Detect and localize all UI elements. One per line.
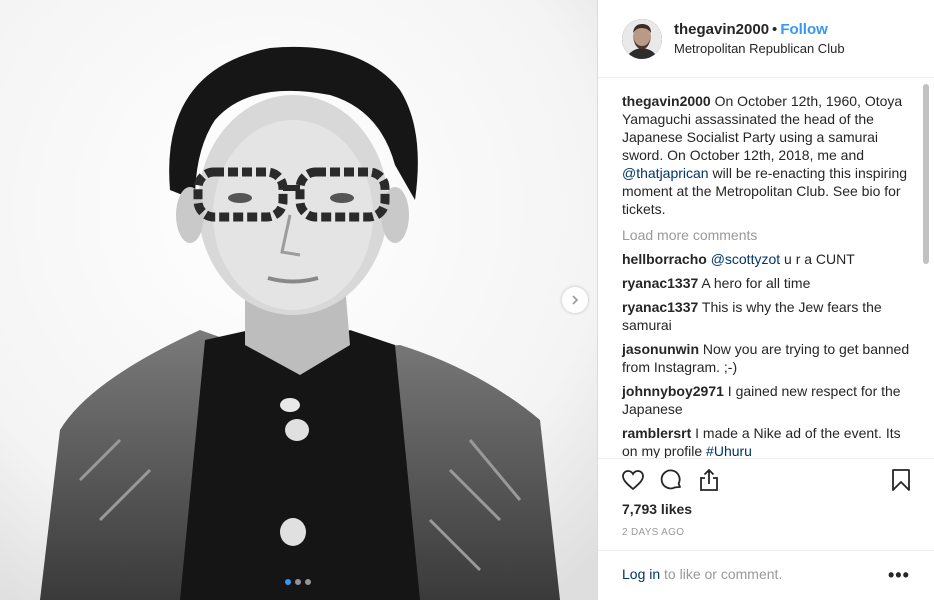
heart-icon <box>622 470 644 491</box>
carousel-dot <box>305 579 311 585</box>
comment-item: ryanac1337 A hero for all time <box>622 274 912 292</box>
post-timestamp[interactable]: 2 DAYS AGO <box>622 527 684 538</box>
comment-item: ramblersrt I made a Nike ad of the event… <box>622 424 912 460</box>
save-button[interactable] <box>888 467 914 493</box>
comment-item: ryanac1337 This is why the Jew fears the… <box>622 298 912 334</box>
post-sidebar: thegavin2000 • Follow Metropolitan Republi… <box>598 0 934 600</box>
caption-username[interactable]: thegavin2000 <box>622 93 711 109</box>
comments-list: thegavin2000 On October 12th, 1960, Otoy… <box>622 92 912 466</box>
comment-mention[interactable]: @scottyzot <box>711 251 780 267</box>
comment-username[interactable]: johnnyboy2971 <box>622 383 724 399</box>
portrait-photo <box>0 0 597 600</box>
more-options-button[interactable]: ••• <box>888 565 910 586</box>
username-link[interactable]: thegavin2000 <box>674 21 769 38</box>
comment-username[interactable]: ramblersrt <box>622 425 691 441</box>
bookmark-icon <box>892 469 910 491</box>
follow-button[interactable]: Follow <box>780 21 828 38</box>
likes-count[interactable]: 7,793 likes <box>622 501 692 517</box>
separator-dot: • <box>772 21 778 38</box>
load-more-comments-button[interactable]: Load more comments <box>622 226 912 244</box>
login-prompt-text: to like or comment. <box>660 566 783 582</box>
post-actions: 7,793 likes 2 DAYS AGO <box>598 458 934 538</box>
location-link[interactable]: Metropolitan Republican Club <box>674 41 845 56</box>
comment-username[interactable]: ryanac1337 <box>622 275 698 291</box>
comments-scrollbar[interactable] <box>922 80 930 455</box>
comment-item: hellborracho @scottyzot u r a CUNT <box>622 250 912 268</box>
comment-username[interactable]: jasonunwin <box>622 341 699 357</box>
chevron-right-icon <box>572 295 579 305</box>
caption-mention[interactable]: @thatjaprican <box>622 165 709 181</box>
next-image-button[interactable] <box>562 287 588 313</box>
scrollbar-thumb[interactable] <box>923 84 929 264</box>
comment-item: jasonunwin Now you are trying to get ban… <box>622 340 912 376</box>
comment-username[interactable]: ryanac1337 <box>622 299 698 315</box>
avatar[interactable] <box>622 19 662 59</box>
caption: thegavin2000 On October 12th, 1960, Otoy… <box>622 92 912 218</box>
carousel-dot <box>285 579 291 585</box>
comment-username[interactable]: hellborracho <box>622 251 707 267</box>
carousel-indicator <box>285 579 311 585</box>
like-button[interactable] <box>620 467 646 493</box>
comment-hashtag[interactable]: #Uhuru <box>706 443 752 459</box>
comment-text: A hero for all time <box>698 275 811 291</box>
post-header: thegavin2000 • Follow Metropolitan Republi… <box>598 0 934 78</box>
share-button[interactable] <box>696 467 722 493</box>
share-icon <box>700 468 718 491</box>
carousel-dot <box>295 579 301 585</box>
login-footer: Log in to like or comment. ••• <box>598 550 934 600</box>
avatar-icon <box>622 19 662 59</box>
comment-item: johnnyboy2971 I gained new respect for t… <box>622 382 912 418</box>
comment-icon <box>660 469 681 490</box>
post-photo[interactable] <box>0 0 597 600</box>
login-link[interactable]: Log in <box>622 566 660 582</box>
comment-text: u r a CUNT <box>780 251 855 267</box>
comment-button[interactable] <box>658 467 684 493</box>
